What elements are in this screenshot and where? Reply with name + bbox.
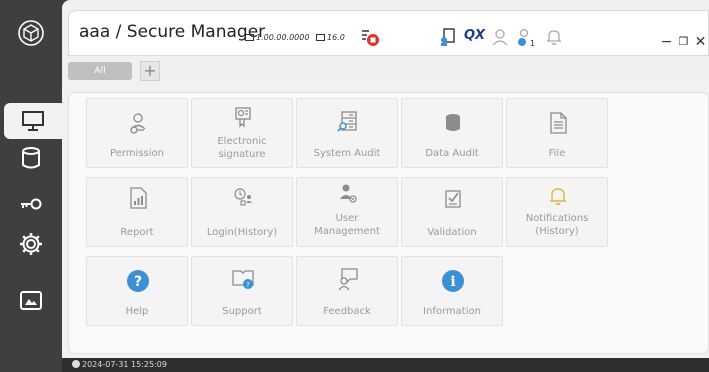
svg-text:1: 1 [530,39,535,47]
tile-label: Data Audit [425,148,479,159]
app-logo-icon[interactable] [18,20,44,46]
svg-text:i: i [450,274,455,290]
nav-key-button[interactable] [10,186,52,222]
status-timestamp: 2024-07-31 15:25:09 [72,360,167,369]
screen-capture-icon [20,291,42,310]
qx-label[interactable]: QX [464,28,485,43]
tile-data-audit[interactable]: Data Audit [401,98,503,168]
tile-label: Login(History) [206,227,278,238]
login-history-icon [234,188,252,206]
tile-login-history[interactable]: Login(History) [191,177,293,247]
tile-label: Help [125,306,149,317]
size-meta: 16.0 [316,33,345,42]
tile-system-audit[interactable]: System Audit [296,98,398,168]
help-icon: ? [127,270,149,292]
tile-label: System Audit [313,148,381,159]
nav-screen-button[interactable] [10,283,52,319]
monitor-icon [22,111,44,131]
file-icon [550,112,567,134]
tile-information[interactable]: i Information [401,256,503,326]
svg-text:?: ? [246,281,250,289]
network-users-icon: 1 [518,28,535,47]
tile-report[interactable]: Report [86,177,188,247]
minimize-button[interactable]: − [659,35,674,50]
disk-small-icon [316,34,325,41]
key-icon [21,198,42,210]
status-bar: 2024-07-31 15:25:09 [62,358,709,372]
tile-label: User Management [314,213,380,237]
user-management-icon [340,184,357,203]
restore-button[interactable]: ❐ [676,35,691,50]
tile-feedback[interactable]: Feedback [296,256,398,326]
bell-icon [550,188,566,206]
screen-small-icon [245,34,254,41]
tile-label: File [548,148,566,159]
nav-database-button[interactable] [10,140,52,176]
clock-icon [72,360,80,368]
stop-record-icon [362,30,379,46]
window-controls: − ❐ ✕ [659,35,708,50]
nav-monitor-button[interactable] [4,103,62,139]
info-icon: i [442,270,464,292]
tab-all[interactable]: All [68,62,132,80]
validation-icon [445,190,461,208]
svg-text:?: ? [134,274,142,290]
title-bar: aaa / Secure Manager 1.00.00.0000 16.0 Q… [68,10,709,56]
tile-notifications-history[interactable]: Notifications (History) [506,177,608,247]
support-icon: ? [232,270,254,289]
add-tab-button[interactable]: + [140,61,160,81]
tile-file[interactable]: File [506,98,608,168]
window-title: aaa / Secure Manager [79,22,266,42]
tile-label: Permission [110,148,164,159]
nav-settings-button[interactable] [10,226,52,262]
tile-label: Validation [427,227,477,238]
tile-label: Notifications (History) [525,213,589,237]
feedback-icon [338,268,358,291]
bell-icon [547,30,561,46]
stop-record-button[interactable] [359,26,381,48]
tile-help[interactable]: ? Help [86,256,188,326]
tile-label: Report [120,227,154,238]
database-icon [22,147,40,169]
tile-label: Information [423,306,481,317]
user-sign-button[interactable] [437,26,459,48]
user-button[interactable] [489,26,511,48]
document-user-icon [441,28,455,46]
close-button[interactable]: ✕ [693,35,708,50]
tile-validation[interactable]: Validation [401,177,503,247]
notifications-button[interactable] [543,26,565,48]
version-meta: 1.00.00.0000 [245,33,309,42]
database-icon [446,114,460,131]
permission-icon [130,113,146,134]
tile-permission[interactable]: Permission [86,98,188,168]
tile-label: Feedback [323,306,371,317]
report-icon [130,187,147,209]
tile-label: Support [222,306,262,317]
tile-support[interactable]: ? Support [191,256,293,326]
network-users-button[interactable]: 1 [514,26,536,48]
user-icon [492,29,508,46]
tile-electronic-signature[interactable]: Electronic signature [191,98,293,168]
tile-user-management[interactable]: User Management [296,177,398,247]
left-nav-rail [0,0,62,372]
signature-icon [235,107,251,128]
gear-icon [20,233,42,255]
tile-label: Electronic signature [217,136,267,160]
system-audit-icon [337,111,357,132]
